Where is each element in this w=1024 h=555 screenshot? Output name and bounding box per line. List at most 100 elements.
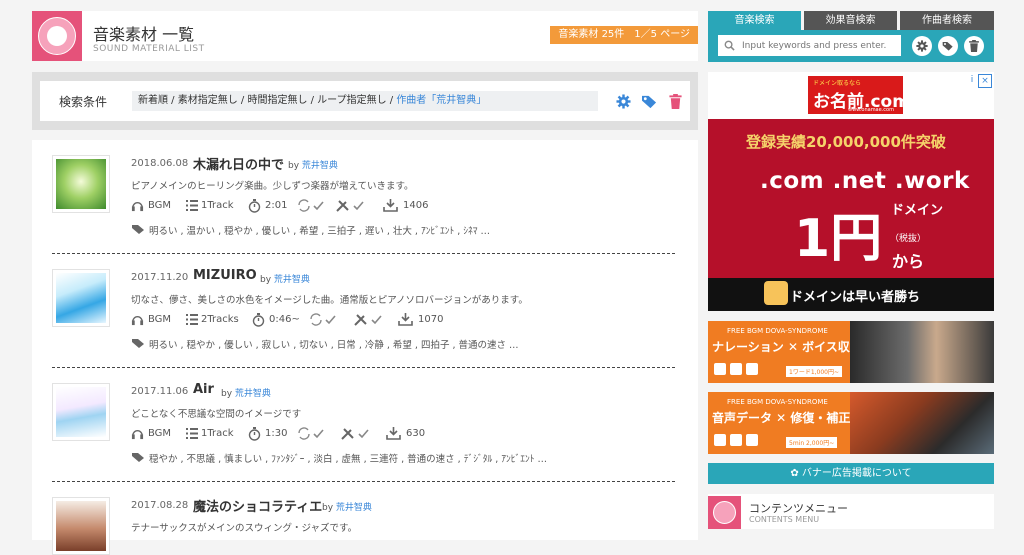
thumbs-up-icon <box>764 281 788 305</box>
item-date: 2017.11.20 <box>131 272 189 283</box>
page-subtitle: SOUND MATERIAL LIST <box>93 44 205 54</box>
conditions-label: 検索条件 <box>59 95 108 109</box>
banner-photo-mixer <box>850 392 994 454</box>
item-thumbnail[interactable] <box>52 155 110 213</box>
track-list-icon <box>186 200 198 211</box>
item-title[interactable]: 木漏れ日の中で <box>193 154 284 173</box>
audio-repair-banner[interactable]: FREE BGM DOVA-SYNDROME 音声データ ✕ 修復・補正 5mi… <box>708 392 994 454</box>
headphones-icon <box>131 202 144 212</box>
item-divider <box>52 481 675 482</box>
tag-icon <box>942 42 953 51</box>
tab-sound-effect-search[interactable]: 効果音検索 <box>804 11 897 30</box>
stopwatch-icon <box>252 313 265 327</box>
search-box <box>708 30 994 62</box>
tools-check-icon <box>336 200 364 212</box>
loop-check-icon <box>298 199 324 212</box>
gear-icon <box>916 40 928 52</box>
ad-brand-url: www.onamae.com <box>848 107 894 113</box>
conditions-composer-link[interactable]: 作曲者「荒井智典」 <box>396 95 486 106</box>
item-category: BGM <box>148 428 172 439</box>
item-author-link[interactable]: 荒井智典 <box>274 275 310 285</box>
keyword-tag-icon <box>132 453 144 462</box>
by-label: by <box>221 389 233 399</box>
info-icon: ✿ <box>790 468 802 479</box>
ad-domain-word: ドメイン <box>891 203 944 218</box>
download-icon <box>383 199 398 212</box>
item-date: 2018.06.08 <box>131 158 189 169</box>
item-divider <box>52 367 675 368</box>
banner-ad-info-link[interactable]: ✿ バナー広告掲載について <box>708 463 994 484</box>
loop-check-icon <box>298 427 324 440</box>
menu-subtitle: CONTENTS MENU <box>749 515 820 524</box>
item-byline: by 荒井智典 <box>221 386 271 399</box>
keyword-tag-icon <box>132 339 144 348</box>
narration-banner[interactable]: FREE BGM DOVA-SYNDROME ナレーション ✕ ボイス収録 1ワ… <box>708 321 994 383</box>
ad-info-icon[interactable]: i <box>966 74 978 86</box>
item-keywords: 明るい , 穏やか , 優しい , 寂しい , 切ない , 日常 , 冷静 , … <box>149 340 519 351</box>
logo-icon <box>47 26 67 46</box>
microphone-icon <box>730 434 742 446</box>
settings-gear-icon[interactable] <box>616 94 631 109</box>
search-conditions-panel: 検索条件 新着順 / 素材指定無し / 時間指定無し / ループ指定無し / 作… <box>32 72 698 130</box>
trash-icon[interactable] <box>669 94 682 109</box>
item-thumbnail[interactable] <box>52 497 110 555</box>
gamepad-icon <box>714 363 726 375</box>
menu-title: コンテンツメニュー <box>749 502 848 515</box>
item-thumbnail[interactable] <box>52 383 110 441</box>
tab-music-search[interactable]: 音楽検索 <box>708 11 801 32</box>
site-logo[interactable] <box>32 11 82 61</box>
ad-slogan: ドメインは早い者勝ち <box>790 290 921 305</box>
item-category: BGM <box>148 200 172 211</box>
ad-small-text: ドメイン取るなら <box>813 80 862 87</box>
item-title[interactable]: 魔法のショコラティエ <box>193 496 322 515</box>
track-list-icon <box>186 428 198 439</box>
contents-menu-header: コンテンツメニュー CONTENTS MENU <box>708 494 994 529</box>
item-description: どことなく不思議な空間のイメージです <box>131 409 302 420</box>
camera-icon <box>714 434 726 446</box>
item-title[interactable]: Air <box>193 382 214 397</box>
conditions-text: 新着順 / 素材指定無し / 時間指定無し / ループ指定無し / <box>138 95 397 106</box>
ad-domains-text: .com .net .work <box>760 168 970 194</box>
banner-price: 1ワード1,000円~ <box>786 366 843 377</box>
item-keywords: 穏やか , 不思議 , 慎ましい , ﾌｧﾝﾀｼﾞｰ , 淡白 , 虚無 , 三… <box>149 454 548 465</box>
item-divider <box>52 253 675 254</box>
material-list: 2018.06.08 木漏れ日の中で by 荒井智典 ピアノメインのヒーリング楽… <box>32 140 698 555</box>
menu-logo-ring <box>713 501 736 524</box>
banner-photo-narrator <box>850 321 994 383</box>
domain-advertisement[interactable]: ドメイン取るなら お名前.com www.onamae.com i × 登録実績… <box>708 72 994 311</box>
clear-button[interactable] <box>964 36 984 56</box>
search-icon <box>724 40 735 51</box>
item-thumbnail[interactable] <box>52 269 110 327</box>
banner-top-text: FREE BGM DOVA-SYNDROME <box>727 327 828 335</box>
headphones-icon <box>131 430 144 440</box>
tag-icon[interactable] <box>641 94 658 109</box>
ad-close-icon[interactable]: × <box>978 74 992 88</box>
item-author-link[interactable]: 荒井智典 <box>336 503 372 513</box>
by-label: by <box>322 503 334 513</box>
loop-check-icon <box>310 313 336 326</box>
download-icon <box>398 313 413 326</box>
keyword-tag-icon <box>132 225 144 234</box>
tab-composer-search[interactable]: 作曲者検索 <box>900 11 994 30</box>
item-category: BGM <box>148 314 172 325</box>
banner-top-text: FREE BGM DOVA-SYNDROME <box>727 398 828 406</box>
item-author-link[interactable]: 荒井智典 <box>302 161 338 171</box>
tag-button[interactable] <box>938 36 958 56</box>
item-title[interactable]: MIZUIRO <box>193 268 257 283</box>
item-downloads: 1406 <box>403 200 429 211</box>
item-author-link[interactable]: 荒井智典 <box>235 389 271 399</box>
stopwatch-icon <box>248 427 261 441</box>
by-label: by <box>260 275 272 285</box>
search-input[interactable] <box>718 35 901 56</box>
by-label: by <box>288 161 300 171</box>
item-date: 2017.08.28 <box>131 500 189 511</box>
page-header: 音楽素材 一覧 SOUND MATERIAL LIST 音楽素材 25件 1／5… <box>82 11 698 61</box>
settings-button[interactable] <box>912 36 932 56</box>
item-downloads: 630 <box>406 428 426 439</box>
pen-icon <box>746 363 758 375</box>
item-byline: by 荒井智典 <box>288 158 338 171</box>
download-icon <box>386 427 401 440</box>
item-tracks: 2Tracks <box>201 314 239 325</box>
stopwatch-icon <box>248 199 261 213</box>
item-keywords: 明るい , 温かい , 穏やか , 優しい , 希望 , 三拍子 , 遅い , … <box>149 226 491 237</box>
